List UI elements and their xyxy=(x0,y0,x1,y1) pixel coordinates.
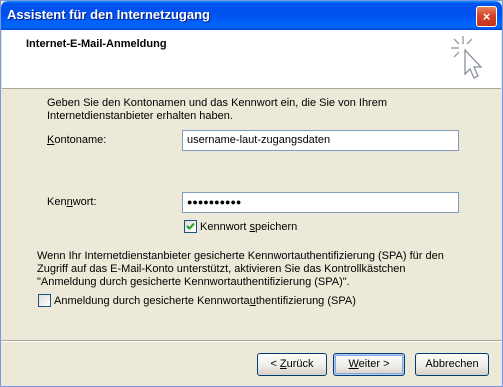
account-name-input[interactable]: username-laut-zugangsdaten xyxy=(182,130,459,151)
window-title: Assistent für den Internetzugang xyxy=(7,7,210,22)
password-input[interactable]: ●●●●●●●●●● xyxy=(182,192,459,213)
spa-checkbox[interactable] xyxy=(38,294,51,307)
spa-info-line-3: "Anmeldung durch gesicherte Kennwortauth… xyxy=(37,276,350,288)
password-masked-value: ●●●●●●●●●● xyxy=(187,197,242,207)
remember-password-label[interactable]: Kennwort speichern xyxy=(200,221,297,234)
back-button[interactable]: < Zurück xyxy=(257,353,327,376)
wizard-window: Assistent für den Internetzugang × Inter… xyxy=(0,0,503,387)
next-button[interactable]: Weiter > xyxy=(333,353,405,376)
wizard-header: Internet-E-Mail-Anmeldung xyxy=(2,30,501,89)
account-name-value: username-laut-zugangsdaten xyxy=(187,134,331,146)
intro-line-2: Internetdienstanbieter erhalten haben. xyxy=(47,110,233,122)
remember-password-checkbox[interactable] xyxy=(184,220,197,233)
password-label: Kennwort: xyxy=(47,196,97,208)
wizard-sparkle-cursor-icon xyxy=(451,36,483,79)
wizard-content: Geben Sie den Kontonamen und das Kennwor… xyxy=(1,89,502,339)
cancel-button[interactable]: Abbrechen xyxy=(415,353,489,376)
title-bar[interactable]: Assistent für den Internetzugang × xyxy=(1,1,502,30)
close-button[interactable]: × xyxy=(476,6,497,27)
page-title: Internet-E-Mail-Anmeldung xyxy=(26,38,167,50)
account-name-label: Kontoname: xyxy=(47,134,107,146)
spa-info-line-2: Zugriff auf das E-Mail-Konto unterstützt… xyxy=(37,263,406,275)
close-icon: × xyxy=(482,9,491,24)
spa-info-line-1: Wenn Ihr Internetdienstanbieter gesicher… xyxy=(37,250,444,262)
checkmark-icon xyxy=(186,222,195,230)
button-separator xyxy=(1,340,502,342)
spa-checkbox-label[interactable]: Anmeldung durch gesicherte Kennwortauthe… xyxy=(54,295,356,308)
intro-line-1: Geben Sie den Kontonamen und das Kennwor… xyxy=(47,97,388,109)
